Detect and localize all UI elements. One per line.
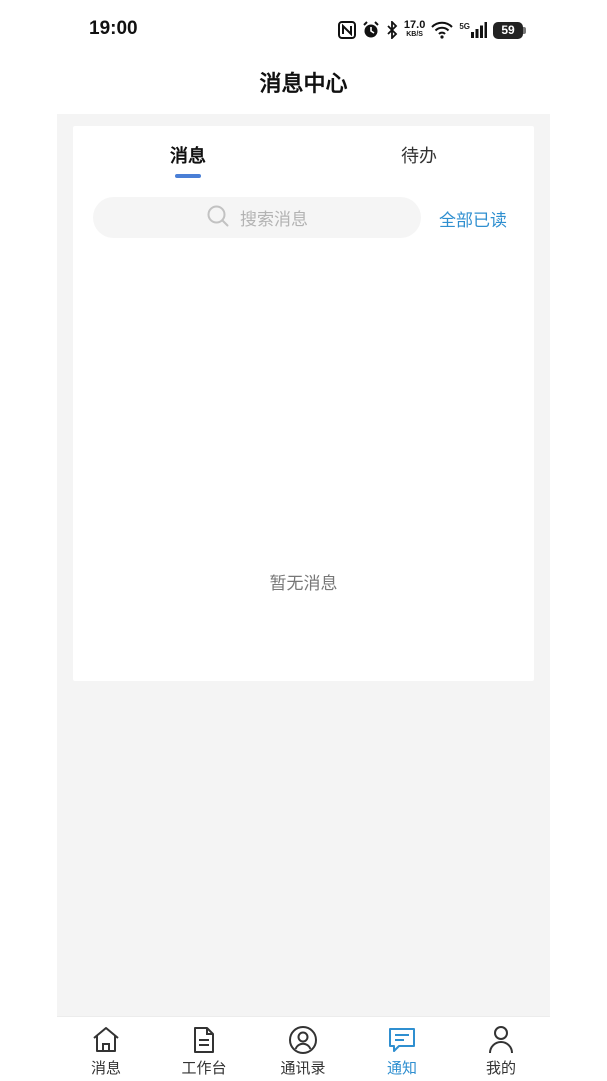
bottom-nav-label: 我的 (485, 1059, 516, 1077)
bottom-nav-contacts[interactable]: 通讯录 (254, 1017, 352, 1081)
bottom-nav-messages[interactable]: 消息 (57, 1017, 155, 1081)
home-icon (91, 1025, 121, 1055)
net-speed: 17.0 KB/S (403, 19, 426, 39)
bottom-nav-label: 消息 (90, 1059, 121, 1077)
message-tabs: 消息 待办 (73, 126, 534, 186)
document-icon (192, 1025, 216, 1055)
cellular-signal-icon: 5G (459, 22, 487, 38)
bottom-nav-label: 工作台 (181, 1059, 227, 1077)
empty-state-text: 暂无消息 (269, 574, 338, 594)
contact-icon (288, 1025, 318, 1055)
bluetooth-icon (386, 21, 398, 39)
bottom-nav-workbench[interactable]: 工作台 (155, 1017, 253, 1081)
alarm-icon (362, 21, 380, 39)
status-bar: 19:00 17.0 KB/S 5G 59 (0, 0, 607, 58)
bottom-nav-profile[interactable]: 我的 (452, 1017, 550, 1081)
search-input[interactable]: 搜索消息 (93, 197, 421, 238)
bottom-nav-notifications[interactable]: 通知 (353, 1017, 451, 1081)
bottom-nav: 消息 工作台 通讯录 通知 我的 (57, 1016, 550, 1080)
active-tab-indicator (175, 174, 201, 178)
search-icon (206, 204, 230, 232)
bottom-nav-label: 通讯录 (280, 1059, 326, 1077)
tab-messages[interactable]: 消息 (118, 142, 258, 168)
user-icon (488, 1025, 514, 1055)
page-title: 消息中心 (259, 72, 348, 97)
wifi-icon (431, 21, 454, 39)
status-time: 19:00 (89, 18, 138, 39)
battery-icon: 59 (493, 21, 526, 39)
message-card: 消息 待办 搜索消息 全部已读 暂无消息 (73, 126, 534, 681)
search-placeholder: 搜索消息 (240, 210, 308, 230)
mark-all-read-button[interactable]: 全部已读 (439, 206, 507, 231)
bottom-nav-label: 通知 (386, 1059, 417, 1077)
tab-todo[interactable]: 待办 (349, 142, 489, 168)
nfc-icon (337, 21, 356, 39)
status-icons: 17.0 KB/S 5G 59 (337, 18, 526, 42)
chat-icon (387, 1025, 417, 1055)
